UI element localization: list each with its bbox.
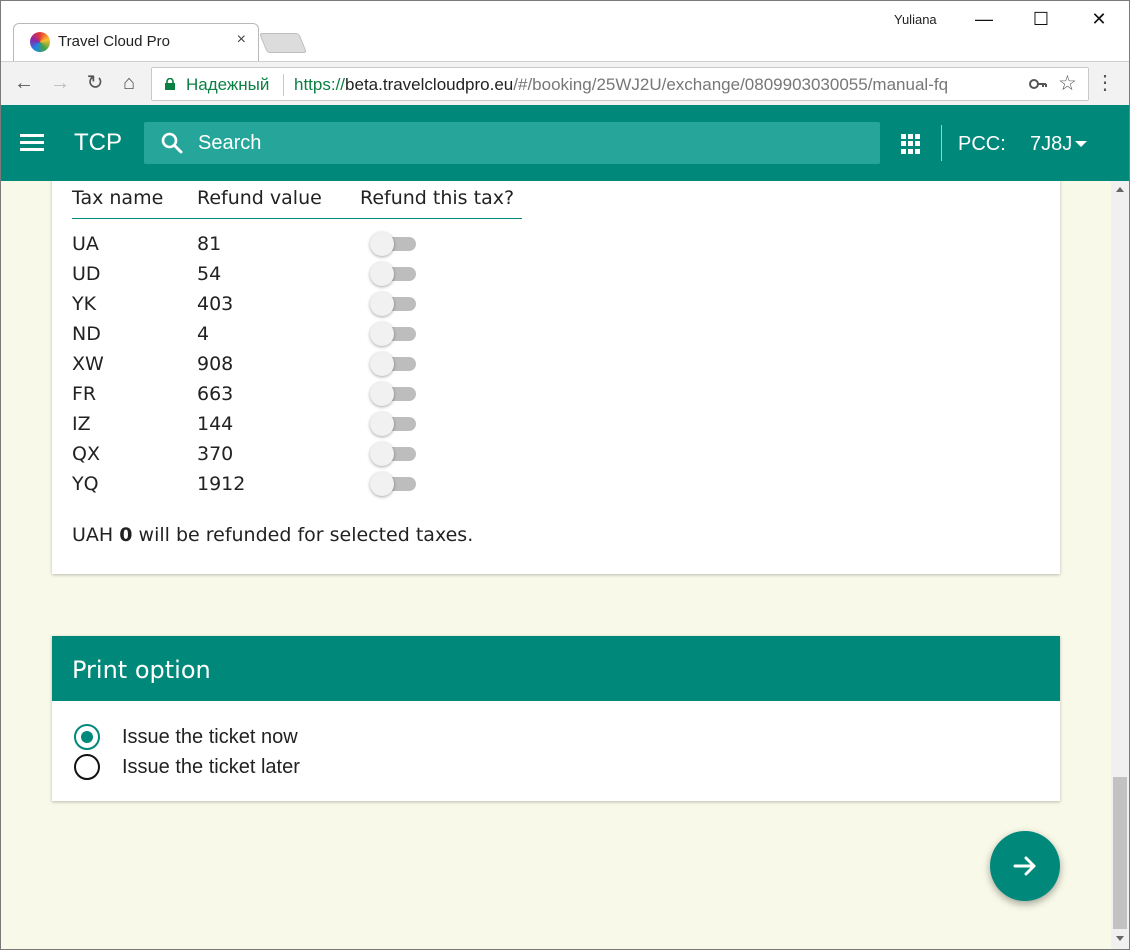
refund-summary-text: will be refunded for selected taxes. <box>138 524 474 546</box>
arrow-right-icon <box>1013 856 1036 876</box>
refund-toggle[interactable] <box>370 441 416 467</box>
tax-row: XW 908 <box>72 351 522 383</box>
tax-value: 663 <box>197 383 234 405</box>
tax-refund-card: Tax name Refund value Refund this tax? U… <box>52 181 1060 574</box>
print-option-card: Print option Issue the ticket now Issue … <box>52 636 1060 801</box>
tax-row: ND 4 <box>72 321 522 353</box>
url-host: beta.travelcloudpro.eu <box>345 75 514 94</box>
bookmark-star-icon[interactable]: ☆ <box>1058 71 1077 96</box>
radio-issue-later[interactable]: Issue the ticket later <box>74 754 474 780</box>
main-content: Tax name Refund value Refund this tax? U… <box>1 181 1111 949</box>
refund-amount: 0 <box>119 524 133 546</box>
search-box[interactable] <box>144 122 880 164</box>
home-icon[interactable]: ⌂ <box>116 70 142 96</box>
scroll-down-icon[interactable] <box>1116 936 1124 941</box>
print-option-title: Print option <box>72 656 211 684</box>
address-bar[interactable]: Надежный https://beta.travelcloudpro.eu/… <box>151 67 1089 101</box>
search-input[interactable] <box>198 130 858 156</box>
refund-currency: UAH <box>72 524 114 546</box>
app-header: TCP PCC: 7J8J <box>1 105 1129 181</box>
maximize-icon[interactable]: ☐ <box>1028 9 1054 31</box>
url-text[interactable]: https://beta.travelcloudpro.eu/#/booking… <box>294 75 948 95</box>
reload-icon[interactable]: ↻ <box>82 70 108 96</box>
radio-label[interactable]: Issue the ticket now <box>122 726 298 749</box>
tax-table-header: Tax name Refund value Refund this tax? <box>72 187 522 219</box>
tax-row: QX 370 <box>72 441 522 473</box>
menu-icon[interactable] <box>20 134 44 152</box>
refund-toggle[interactable] <box>370 231 416 257</box>
tax-value: 908 <box>197 353 234 375</box>
close-window-icon[interactable]: ✕ <box>1086 9 1112 31</box>
refund-toggle[interactable] <box>370 321 416 347</box>
tab-title: Travel Cloud Pro <box>58 33 170 50</box>
tax-row: YK 403 <box>72 291 522 323</box>
refund-toggle[interactable] <box>370 261 416 287</box>
apps-grid-icon[interactable] <box>901 134 921 154</box>
tax-row: IZ 144 <box>72 411 522 443</box>
column-header-refund-tax: Refund this tax? <box>360 187 515 209</box>
profile-name[interactable]: Yuliana <box>894 12 937 27</box>
key-icon[interactable] <box>1028 74 1048 94</box>
print-option-header: Print option <box>52 636 1060 701</box>
tax-value: 1912 <box>197 473 246 495</box>
tax-name: UD <box>72 263 101 285</box>
title-bar: Travel Cloud Pro × Yuliana — ☐ ✕ <box>1 1 1129 61</box>
tax-name: FR <box>72 383 97 405</box>
header-divider <box>941 125 942 161</box>
scroll-thumb[interactable] <box>1113 777 1127 929</box>
tax-name: QX <box>72 443 100 465</box>
forward-icon[interactable]: → <box>47 70 73 96</box>
radio-unchecked-icon[interactable] <box>74 754 100 780</box>
url-scheme: https:// <box>294 75 346 94</box>
tax-name: YQ <box>72 473 99 495</box>
new-tab-button[interactable] <box>258 33 308 53</box>
browser-menu-icon[interactable]: ⋮ <box>1095 70 1115 96</box>
radio-label[interactable]: Issue the ticket later <box>122 756 300 779</box>
back-icon[interactable]: ← <box>11 70 37 96</box>
pcc-label: PCC: <box>958 133 1006 155</box>
tax-value: 403 <box>197 293 234 315</box>
tax-name: ND <box>72 323 101 345</box>
lock-icon <box>165 78 175 90</box>
caret-down-icon[interactable] <box>1075 141 1087 147</box>
browser-window: Travel Cloud Pro × Yuliana — ☐ ✕ ← → ↻ ⌂… <box>0 0 1130 950</box>
minimize-icon[interactable]: — <box>971 9 997 31</box>
refund-toggle[interactable] <box>370 411 416 437</box>
search-icon <box>161 132 183 154</box>
scroll-up-icon[interactable] <box>1116 187 1124 192</box>
refund-toggle[interactable] <box>370 291 416 317</box>
column-header-refund-value: Refund value <box>197 187 322 209</box>
tax-name: IZ <box>72 413 91 435</box>
scrollbar[interactable] <box>1111 181 1129 949</box>
tax-row: YQ 1912 <box>72 471 522 503</box>
radio-checked-icon[interactable] <box>74 724 100 750</box>
tax-value: 81 <box>197 233 222 255</box>
url-separator <box>283 74 284 96</box>
browser-tab[interactable]: Travel Cloud Pro × <box>13 23 259 61</box>
app-brand[interactable]: TCP <box>74 129 122 157</box>
refund-summary: UAH 0 will be refunded for selected taxe… <box>72 524 473 546</box>
browser-toolbar: ← → ↻ ⌂ Надежный https://beta.travelclou… <box>1 61 1129 105</box>
tax-name: XW <box>72 353 104 375</box>
url-path: /#/booking/25WJ2U/exchange/0809903030055… <box>513 75 949 94</box>
refund-toggle[interactable] <box>370 381 416 407</box>
tax-row: UA 81 <box>72 231 522 263</box>
tax-name: YK <box>72 293 97 315</box>
pcc-selector[interactable]: 7J8J <box>1030 133 1072 156</box>
favicon-icon <box>30 32 50 52</box>
column-header-tax-name: Tax name <box>72 187 164 209</box>
tax-value: 54 <box>197 263 222 285</box>
radio-issue-now[interactable]: Issue the ticket now <box>74 724 474 750</box>
refund-toggle[interactable] <box>370 351 416 377</box>
tax-value: 4 <box>197 323 210 345</box>
tax-name: UA <box>72 233 99 255</box>
refund-toggle[interactable] <box>370 471 416 497</box>
tab-close-icon[interactable]: × <box>237 31 246 49</box>
secure-label: Надежный <box>186 75 270 94</box>
tax-row: FR 663 <box>72 381 522 413</box>
tax-value: 144 <box>197 413 234 435</box>
tax-value: 370 <box>197 443 234 465</box>
next-button[interactable] <box>990 831 1060 901</box>
tax-row: UD 54 <box>72 261 522 293</box>
